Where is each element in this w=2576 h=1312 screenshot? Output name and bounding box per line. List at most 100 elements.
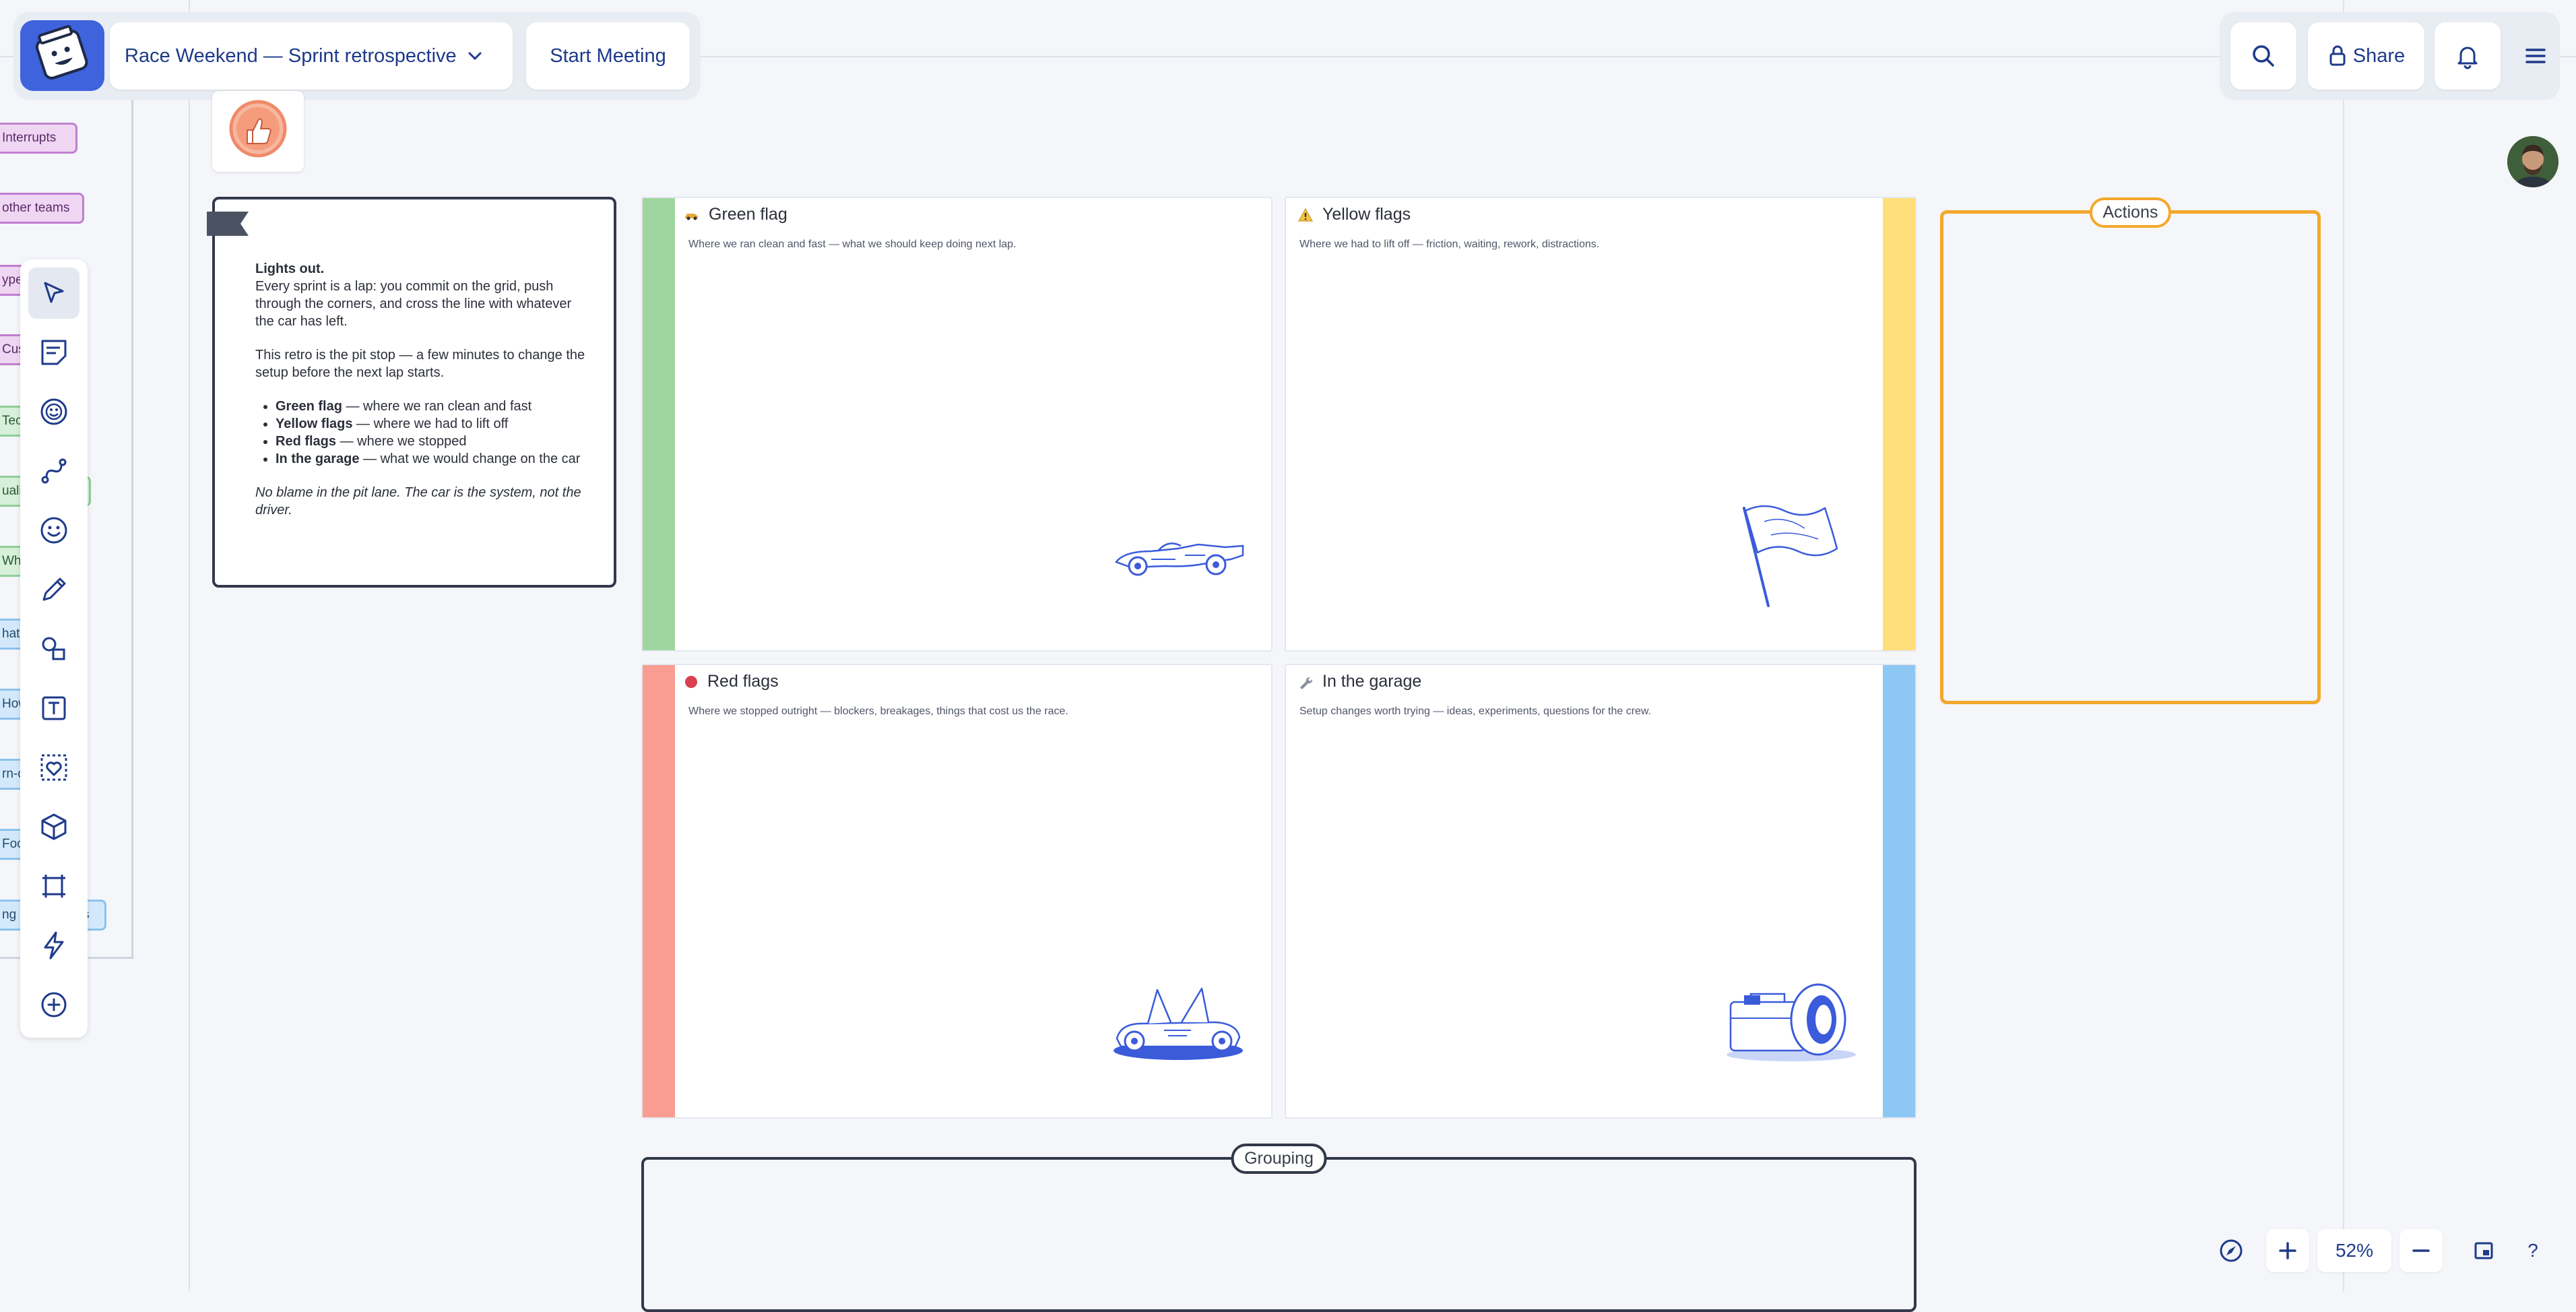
zoom-controls: 52% ? — [2210, 1226, 2560, 1275]
tag-label: Tec — [2, 414, 22, 428]
connector-tool[interactable] — [28, 445, 79, 497]
text-icon — [42, 696, 66, 720]
sticker-tool[interactable] — [28, 386, 79, 437]
tag-label: uali — [2, 484, 22, 498]
column-yellow-flags[interactable]: Yellow flags Where we had to lift off — … — [1285, 197, 1917, 652]
share-button[interactable]: Share — [2308, 22, 2424, 90]
start-meeting-button[interactable]: Start Meeting — [526, 22, 690, 90]
grouping-frame[interactable]: Grouping — [641, 1144, 1917, 1312]
minus-icon — [2412, 1249, 2430, 1252]
column-title-label: Green flag — [709, 205, 787, 224]
intro-list-text: — where we had to lift off — [352, 416, 509, 431]
bell-icon — [2457, 46, 2478, 69]
column-red-flags[interactable]: Red flags Where we stopped outright — bl… — [641, 664, 1273, 1119]
add-icon — [41, 992, 67, 1018]
minimap-button[interactable] — [2462, 1229, 2505, 1272]
shapes-icon — [42, 637, 65, 660]
user-avatar-image — [2507, 136, 2558, 187]
shapes-tool[interactable] — [28, 623, 79, 675]
lock-icon — [2329, 45, 2346, 66]
navigate-button[interactable] — [2210, 1229, 2253, 1272]
red-circle-icon — [685, 675, 697, 688]
column-description: Where we had to lift off — friction, wai… — [1299, 239, 1600, 250]
intro-note: No blame in the pit lane. The car is the… — [255, 485, 581, 518]
intro-list-bold: Green flag — [276, 399, 342, 414]
notifications-button[interactable] — [2435, 22, 2501, 90]
grouping-frame-label[interactable]: Grouping — [1231, 1144, 1327, 1174]
lightning-icon — [44, 931, 64, 960]
board-title: Race Weekend — Sprint retrospective — [125, 44, 457, 67]
search-icon — [2253, 45, 2274, 67]
intro-list-text: — where we stopped — [336, 434, 467, 449]
intro-list-item: In the garage — what we would change on … — [276, 450, 592, 468]
search-button[interactable] — [2230, 22, 2296, 90]
chevron-down-icon — [468, 52, 482, 61]
zoom-in-button[interactable] — [2266, 1229, 2309, 1272]
zoom-level[interactable]: 52% — [2317, 1229, 2391, 1272]
tag-label: Interrupts — [2, 131, 57, 145]
zoom-out-button[interactable] — [2400, 1229, 2443, 1272]
column-description: Where we stopped outright — blockers, br… — [688, 706, 1068, 717]
emoji-tool[interactable] — [28, 505, 79, 556]
race-car-emoji-icon — [685, 213, 698, 220]
menu-button[interactable] — [2511, 22, 2560, 90]
column-in-the-garage[interactable]: In the garage Setup changes worth trying… — [1285, 664, 1917, 1119]
toolbox-tire-illustration — [1727, 983, 1856, 1061]
sticky-note-icon — [41, 340, 67, 365]
apps-tool[interactable] — [28, 920, 79, 971]
column-accent-stripe — [1883, 665, 1915, 1117]
column-title-label: Yellow flags — [1322, 205, 1411, 224]
column-title: Red flags — [684, 672, 779, 691]
connector-icon — [41, 458, 67, 484]
canvas-guide-vertical — [2343, 0, 2344, 1291]
app-logo-icon — [35, 25, 88, 80]
column-accent-stripe — [1883, 198, 1915, 650]
template-tool[interactable] — [28, 742, 79, 793]
board-title-dropdown[interactable]: Race Weekend — Sprint retrospective — [110, 22, 513, 90]
warning-emoji-icon — [1298, 208, 1313, 222]
app-logo[interactable] — [20, 20, 104, 91]
template-icon — [40, 754, 67, 781]
tag-sticky[interactable]: other teams — [0, 193, 84, 224]
wrench-emoji-icon — [1300, 677, 1313, 689]
tag-label: other teams — [2, 201, 70, 215]
emoji-icon — [40, 517, 67, 544]
vote-sticker[interactable] — [212, 91, 304, 172]
3d-object-tool[interactable] — [28, 801, 79, 852]
column-green-flag[interactable]: Green flag Where we ran clean and fast —… — [641, 197, 1273, 652]
cube-icon — [41, 813, 67, 840]
hamburger-menu-icon — [2525, 49, 2546, 63]
intro-list-bold: In the garage — [276, 451, 360, 466]
column-title-label: Red flags — [707, 672, 779, 691]
intro-paragraph: This retro is the pit stop — a few minut… — [255, 348, 585, 380]
sticky-note-tool[interactable] — [28, 327, 79, 378]
intro-list-item: Green flag — where we ran clean and fast — [276, 398, 592, 415]
select-tool[interactable] — [28, 268, 79, 319]
race-car-illustration — [1114, 542, 1244, 576]
frame-icon — [42, 875, 65, 898]
column-title-label: In the garage — [1322, 672, 1422, 691]
more-tools-button[interactable] — [28, 979, 79, 1030]
pen-tool[interactable] — [28, 564, 79, 615]
intro-list-bold: Yellow flags — [276, 416, 353, 431]
canvas-guide-vertical — [189, 0, 190, 1291]
text-tool[interactable] — [28, 683, 79, 734]
thumbs-up-icon — [229, 100, 287, 158]
intro-card[interactable]: Lights out. Every sprint is a lap: you c… — [207, 197, 616, 588]
sticker-icon — [40, 398, 67, 425]
intro-list-text: — what we would change on the car — [359, 451, 581, 466]
intro-list-bold: Red flags — [276, 434, 337, 449]
tag-label: hat — [2, 627, 20, 641]
waving-flag-illustration — [1743, 505, 1838, 607]
help-button[interactable]: ? — [2516, 1229, 2550, 1272]
column-accent-stripe — [643, 198, 675, 650]
frame-tool[interactable] — [28, 861, 79, 912]
tag-sticky[interactable]: Interrupts — [0, 123, 77, 154]
column-title: Yellow flags — [1298, 205, 1411, 224]
broken-car-illustration — [1114, 987, 1243, 1060]
actions-frame-label[interactable]: Actions — [2089, 197, 2172, 228]
actions-frame[interactable]: Actions — [1940, 197, 2321, 704]
user-avatar[interactable] — [2507, 136, 2558, 187]
intro-list-item: Yellow flags — where we had to lift off — [276, 415, 592, 433]
minimap-icon — [2474, 1242, 2493, 1259]
